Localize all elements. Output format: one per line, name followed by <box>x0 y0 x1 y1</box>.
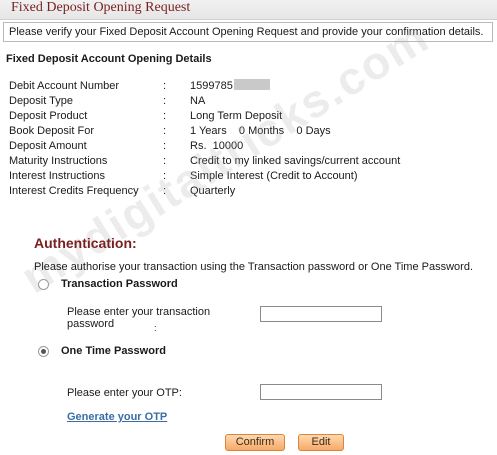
edit-button[interactable]: Edit <box>298 434 344 451</box>
detail-colon: : <box>163 95 167 107</box>
detail-colon: : <box>163 185 167 197</box>
verify-message: Please verify your Fixed Deposit Account… <box>9 26 484 38</box>
detail-label: Deposit Type <box>9 95 74 107</box>
detail-colon: : <box>163 155 167 167</box>
page-title: Fixed Deposit Opening Request <box>11 0 191 15</box>
detail-colon: : <box>163 140 167 152</box>
detail-value: Quarterly <box>190 185 236 197</box>
detail-label: Debit Account Number <box>9 80 120 92</box>
detail-colon: : <box>163 170 167 182</box>
verify-message-box: Please verify your Fixed Deposit Account… <box>3 22 493 42</box>
confirm-button[interactable]: Confirm <box>225 434 285 451</box>
transaction-password-colon: : <box>154 323 157 333</box>
transaction-password-field-label-2: password <box>67 318 115 330</box>
transaction-password-input[interactable] <box>260 306 382 322</box>
detail-label: Maturity Instructions <box>9 155 108 167</box>
detail-colon: : <box>163 125 167 137</box>
otp-label[interactable]: One Time Password <box>61 345 166 358</box>
otp-radio[interactable] <box>38 346 49 357</box>
detail-label: Book Deposit For <box>9 125 94 137</box>
auth-description: Please authorise your transaction using … <box>34 261 474 273</box>
transaction-password-field-label: Please enter your transaction <box>67 306 211 318</box>
detail-label: Interest Credits Frequency <box>9 185 139 197</box>
otp-input[interactable] <box>260 384 382 400</box>
header-bar: Fixed Deposit Opening Request <box>0 0 497 20</box>
detail-value: NA <box>190 95 206 107</box>
detail-label: Interest Instructions <box>9 170 105 182</box>
masked-digits <box>233 79 270 90</box>
auth-title: Authentication: <box>34 235 137 251</box>
otp-field-label: Please enter your OTP: <box>67 387 182 399</box>
details-heading: Fixed Deposit Account Opening Details <box>6 53 212 65</box>
detail-label: Deposit Amount <box>9 140 87 152</box>
detail-value: Rs. 10000 <box>190 140 244 152</box>
generate-otp-link[interactable]: Generate your OTP <box>67 411 167 424</box>
detail-value: Simple Interest (Credit to Account) <box>190 170 358 182</box>
detail-value: Long Term Deposit <box>190 110 283 122</box>
transaction-password-label[interactable]: Transaction Password <box>61 278 178 291</box>
detail-value: 1 Years 0 Months 0 Days <box>190 125 331 137</box>
detail-colon: : <box>163 110 167 122</box>
detail-colon: : <box>163 80 167 92</box>
detail-value: Credit to my linked savings/current acco… <box>190 155 401 167</box>
detail-label: Deposit Product <box>9 110 88 122</box>
transaction-password-radio[interactable] <box>38 279 49 290</box>
debit-account-number: 1599785 <box>190 80 233 92</box>
detail-value: 1599785 <box>190 79 270 94</box>
